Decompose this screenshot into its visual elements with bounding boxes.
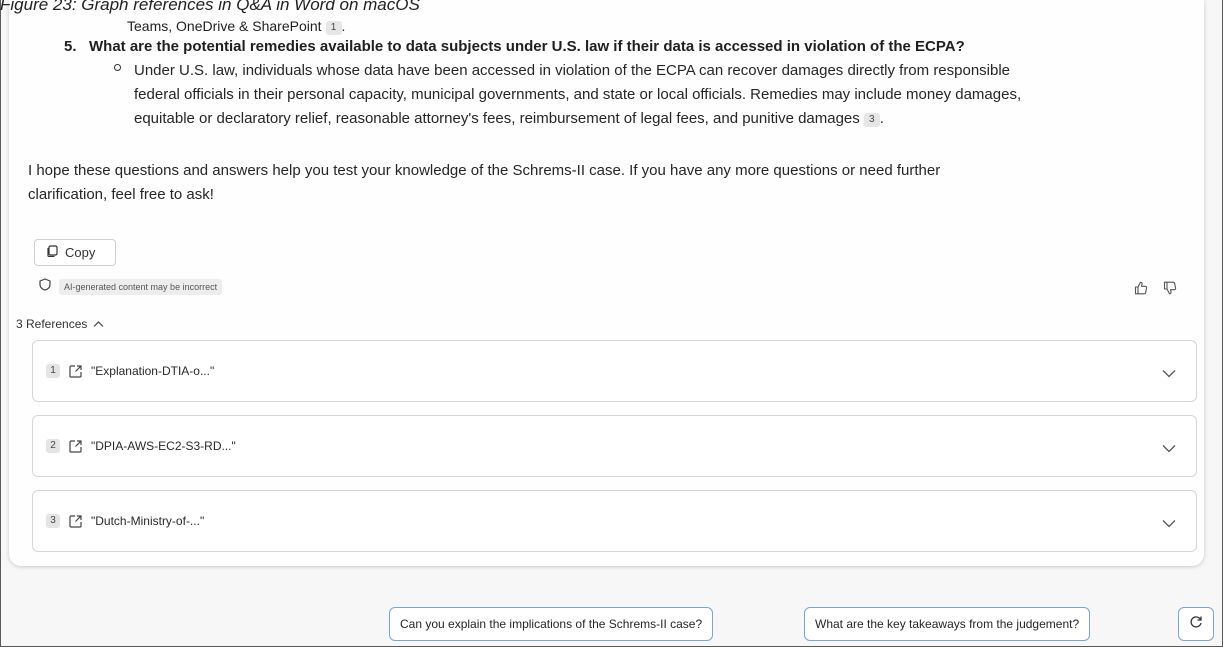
chat-panel: Teams, OneDrive & SharePoint 1. 5. What a… [0,0,1223,647]
refresh-icon [1189,615,1203,634]
citation-badge[interactable]: 3 [863,113,880,127]
external-link-icon [68,439,83,454]
answer-line: federal officials in their personal capa… [134,86,1022,103]
reference-title: "Explanation-DTIA-o..." [91,364,215,378]
reference-number: 3 [46,514,60,528]
previous-answer-line: Teams, OneDrive & SharePoint 1. [127,18,346,35]
external-link-icon [68,514,83,529]
chevron-down-icon[interactable] [1162,365,1176,383]
reference-number: 1 [46,364,60,378]
ai-disclaimer-badge: AI-generated content may be incorrect [59,279,223,295]
thumbs-up-button[interactable] [1133,280,1149,301]
reference-item[interactable]: 3 "Dutch-Ministry-of-..." [32,490,1197,552]
references-toggle[interactable]: 3 References [16,317,104,331]
answer-line-text: equitable or declaratory relief, reasona… [134,110,860,127]
question-text: What are the potential remedies availabl… [89,38,965,55]
bullet-marker [114,64,121,71]
chevron-down-icon[interactable] [1162,440,1176,458]
answer-line: equitable or declaratory relief, reasona… [134,110,884,127]
copy-button[interactable]: Copy [34,239,116,266]
answer-end-punctuation: . [879,110,884,127]
shield-icon [39,278,51,296]
references-toggle-label: 3 References [16,317,88,331]
chevron-down-icon[interactable] [1162,515,1176,533]
suggestion-chip[interactable]: What are the key takeaways from the judg… [804,607,1091,641]
closing-line: clarification, feel free to ask! [28,186,214,203]
answer-line: Under U.S. law, individuals whose data h… [134,62,1011,79]
reference-item[interactable]: 1 "Explanation-DTIA-o..." [32,340,1197,402]
copy-icon [46,245,58,260]
thumbs-up-icon [1133,280,1149,301]
previous-line-text: Teams, OneDrive & SharePoint [127,18,322,34]
closing-line: I hope these questions and answers help … [28,162,941,179]
reference-number: 2 [46,439,60,453]
ai-disclaimer-row: AI-generated content may be incorrect [39,278,223,296]
reference-title: "Dutch-Ministry-of-..." [91,514,205,528]
suggestion-chip[interactable]: Can you explain the implications of the … [389,607,714,641]
response-card: Teams, OneDrive & SharePoint 1. 5. What a… [9,0,1204,566]
reference-item[interactable]: 2 "DPIA-AWS-EC2-S3-RD..." [32,415,1197,477]
figure-caption: Figure 23: Graph references in Q&A in Wo… [0,0,420,14]
thumbs-down-button[interactable] [1162,280,1178,301]
external-link-icon [68,364,83,379]
reference-title: "DPIA-AWS-EC2-S3-RD..." [91,439,236,453]
question-number: 5. [64,38,77,55]
copy-label: Copy [65,245,96,260]
chevron-up-icon [93,317,104,331]
thumbs-down-icon [1162,280,1178,301]
citation-badge[interactable]: 1 [325,21,342,35]
refresh-suggestions-button[interactable] [1178,607,1214,641]
